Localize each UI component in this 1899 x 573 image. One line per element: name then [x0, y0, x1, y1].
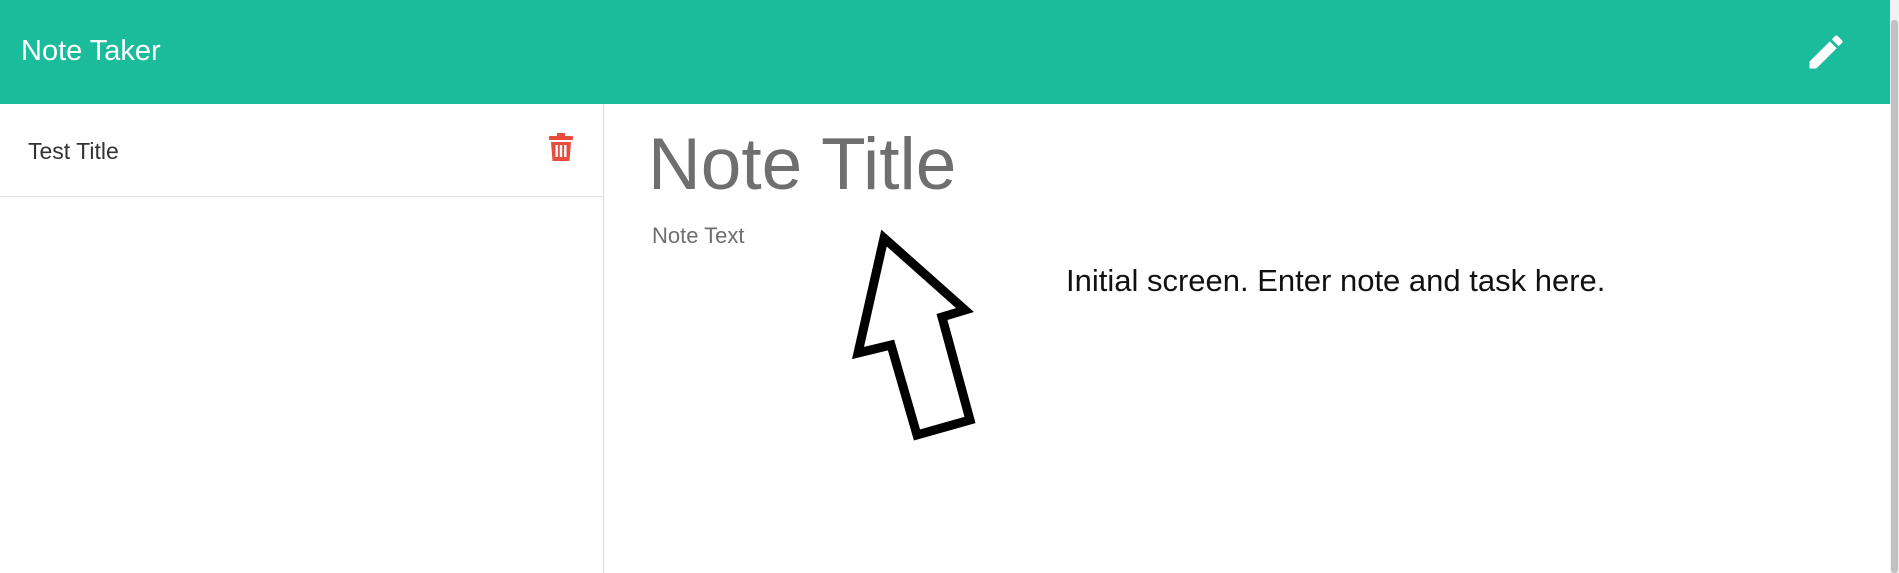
app-title[interactable]: Note Taker — [21, 33, 161, 69]
navbar: Note Taker — [0, 0, 1890, 104]
note-title-input[interactable] — [648, 122, 1848, 206]
delete-note-button[interactable] — [545, 131, 577, 163]
note-list-item-title[interactable]: Test Title — [28, 137, 119, 165]
note-list-item[interactable]: Test Title — [0, 104, 603, 197]
scrollbar-thumb[interactable] — [1891, 20, 1898, 573]
trash-icon — [549, 133, 573, 161]
up-arrow-icon — [852, 229, 976, 441]
annotation-caption: Initial screen. Enter note and task here… — [1066, 263, 1606, 298]
new-note-button[interactable] — [1796, 24, 1856, 80]
note-list-sidebar: Test Title — [0, 104, 604, 573]
pencil-icon — [1809, 35, 1843, 69]
